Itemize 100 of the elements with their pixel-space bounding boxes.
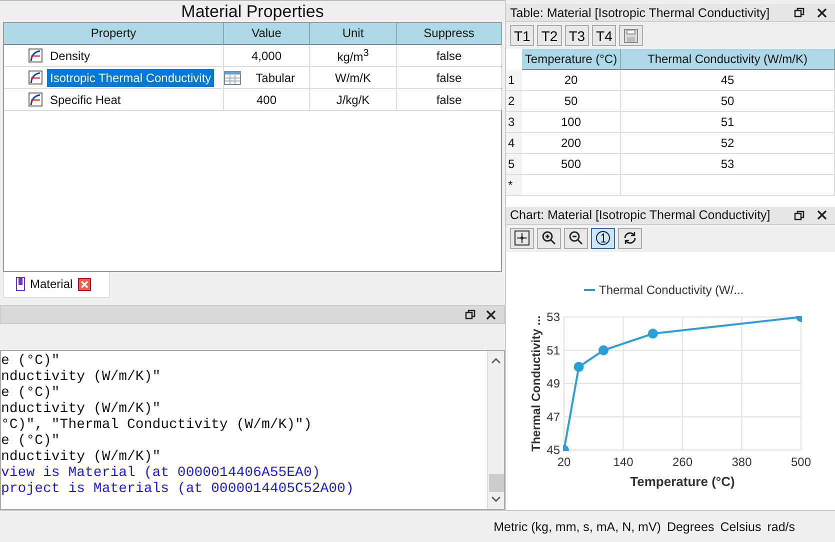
y-axis-title: Thermal Conductivity ...: [529, 315, 543, 452]
panel-title: Chart: Material [Isotropic Thermal Conductivity]: [510, 208, 772, 222]
table-tool-button[interactable]: T2: [537, 25, 562, 46]
scroll-up-icon[interactable]: [491, 357, 501, 366]
data-point: [563, 444, 569, 451]
close-icon[interactable]: [817, 210, 827, 220]
fit-icon: [514, 230, 530, 246]
row-number: 1: [506, 70, 522, 92]
data-point: [648, 328, 658, 339]
restore-icon[interactable]: [794, 7, 805, 18]
table-cell: 45: [621, 70, 835, 92]
y-tick-label: 51: [546, 343, 560, 358]
value-cell[interactable]: 400: [224, 89, 310, 110]
table-cell: 500: [522, 154, 621, 176]
column-header[interactable]: Property: [4, 23, 224, 45]
column-header[interactable]: Unit: [310, 23, 397, 45]
console-line: °C)", "Thermal Conductivity (W/m/K)"): [1, 417, 313, 434]
row-number: 5: [506, 154, 522, 176]
table-tool-button[interactable]: T1: [510, 25, 534, 46]
table-cell: kg/m$^{3}$: [337, 48, 369, 64]
table-cell: 51: [621, 112, 835, 134]
table-cell: Tabular: [256, 70, 295, 84]
save-icon: [623, 28, 640, 44]
x-tick-label: 260: [672, 454, 693, 469]
restore-icon[interactable]: [465, 309, 476, 320]
status-text: Metric (kg, mm, s, mA, N, mV): [494, 520, 661, 534]
table-cell: 50: [522, 91, 621, 112]
chart-tool-button[interactable]: [510, 228, 534, 249]
x-tick-label: 500: [790, 454, 812, 469]
chart-tool-button[interactable]: [591, 228, 615, 249]
status-text: Degrees: [666, 520, 714, 534]
column-header[interactable]: Temperature (°C): [522, 49, 621, 70]
y-tick-label: 49: [546, 376, 560, 390]
x-tick-label: 380: [732, 454, 752, 469]
y-tick-label: 47: [546, 410, 560, 424]
legend-item: Thermal Conductivity (W/...: [584, 282, 744, 297]
close-icon[interactable]: [486, 310, 496, 320]
data-point: [598, 345, 608, 356]
table-cell: 52: [621, 133, 835, 154]
panel-title: Material Properties: [180, 1, 325, 22]
scroll-down-icon[interactable]: [491, 494, 501, 503]
table-cell: 53: [621, 154, 835, 176]
console-line: nductivity (W/m/K)": [1, 401, 162, 418]
column-header[interactable]: Suppress: [397, 23, 502, 45]
row-number: 3: [506, 112, 522, 134]
y-tick-label: 53: [546, 310, 560, 324]
table-cell: 50: [621, 91, 835, 112]
scrollbar[interactable]: [487, 351, 504, 509]
chart-tool-button[interactable]: [618, 228, 642, 249]
table-cell: J/kg/K: [336, 92, 370, 106]
data-point: [796, 316, 802, 322]
x-tick-label: 140: [613, 454, 634, 469]
chart-tool-button[interactable]: [537, 228, 561, 249]
table-cell: 100: [522, 112, 621, 134]
restore-icon[interactable]: [794, 210, 805, 221]
close-icon[interactable]: [78, 278, 91, 291]
row-number: 2: [506, 91, 522, 112]
x-tick-label: 20: [557, 454, 571, 469]
document-tab[interactable]: Material: [3, 272, 110, 298]
scroll-thumb[interactable]: [488, 474, 504, 492]
property-name[interactable]: Density: [47, 46, 94, 64]
curve-icon: [28, 70, 43, 85]
value-cell[interactable]: 4,000: [224, 45, 310, 66]
property-name[interactable]: Isotropic Thermal Conductivity: [47, 68, 214, 86]
table-cell: 400: [256, 92, 277, 106]
close-icon[interactable]: [817, 8, 827, 18]
console-line: nductivity (W/m/K)": [1, 369, 162, 386]
status-text: rad/s: [767, 520, 795, 534]
new-row-marker: *: [506, 175, 522, 196]
curve-icon: [28, 92, 43, 107]
row-number: 4: [506, 133, 522, 154]
chart-tool-button[interactable]: [564, 228, 588, 249]
table-cell: false: [436, 48, 462, 62]
table-icon: [224, 70, 241, 84]
zoom-in-icon: [541, 230, 557, 246]
bookmark-icon: [16, 277, 25, 292]
curve-icon: [28, 48, 43, 63]
table-cell: 200: [522, 133, 621, 154]
table-cell: W/m/K: [335, 70, 371, 84]
table-tool-button[interactable]: T3: [564, 25, 590, 46]
table-cell: false: [436, 70, 462, 84]
data-point: [574, 362, 584, 372]
table-tool-button[interactable]: T4: [592, 25, 616, 46]
panel-title: Table: Material [Isotropic Thermal Conductivity]: [510, 6, 771, 20]
column-header[interactable]: Value: [224, 23, 310, 45]
value-cell[interactable]: Tabular: [224, 67, 310, 88]
column-header[interactable]: Thermal Conductivity (W/m/K): [621, 49, 835, 70]
y-tick-label: 45: [546, 442, 560, 457]
table-cell: 4,000: [251, 48, 282, 62]
table-cell: false: [436, 92, 462, 106]
zoom-out-icon: [568, 230, 584, 246]
x-axis-title: Temperature (°C): [630, 474, 735, 489]
one-to-one-icon: [595, 230, 611, 246]
table-cell: 20: [522, 70, 621, 92]
save-button[interactable]: [619, 25, 644, 46]
console-line: e (°C)": [1, 353, 61, 370]
console-line: nductivity (W/m/K)": [1, 449, 162, 466]
console-line: project is Materials (at 0000014405C52A00): [1, 481, 355, 498]
console-line: view is Material (at 0000014406A55EA0): [1, 465, 322, 482]
property-name[interactable]: Specific Heat: [47, 90, 124, 108]
